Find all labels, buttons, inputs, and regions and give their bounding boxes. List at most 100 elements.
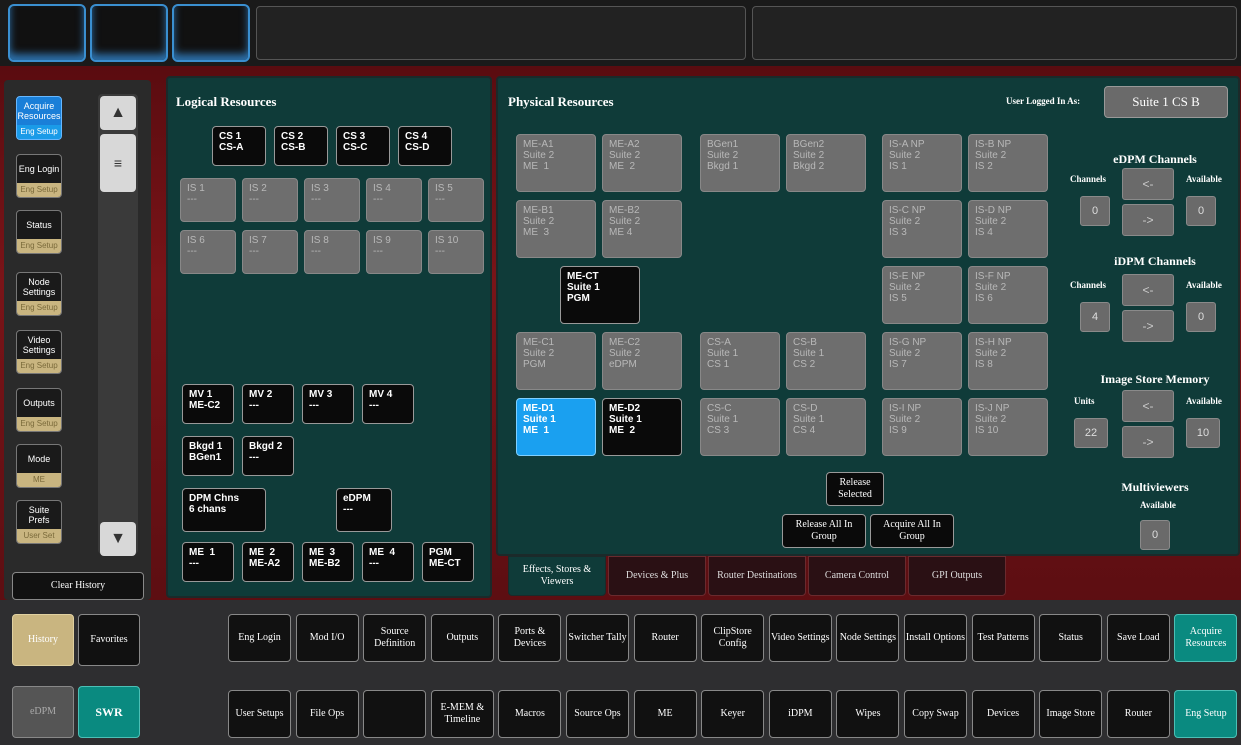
logical-mv-4[interactable]: MV 4 ---: [362, 384, 414, 424]
history-item-node-settings[interactable]: Node Settings Eng Setup: [16, 272, 62, 316]
physical-is-i-np[interactable]: IS-I NP Suite 2 IS 9: [882, 398, 962, 456]
menu-acquire-resources-button[interactable]: Acquire Resources: [1174, 614, 1238, 662]
logical-cs-1[interactable]: CS 1 CS-A: [212, 126, 266, 166]
logical-cs-4[interactable]: CS 4 CS-D: [398, 126, 452, 166]
physical-is-g-np[interactable]: IS-G NP Suite 2 IS 7: [882, 332, 962, 390]
menu-image-store-button[interactable]: Image Store: [1039, 690, 1103, 738]
logical-is-10[interactable]: IS 10 ---: [428, 230, 484, 274]
logical-mv-2[interactable]: MV 2 ---: [242, 384, 294, 424]
physical-me-ct[interactable]: ME-CT Suite 1 PGM: [560, 266, 640, 324]
physical-cs-d[interactable]: CS-D Suite 1 CS 4: [786, 398, 866, 456]
history-item-acquire-resources[interactable]: Acquire Resources Eng Setup: [16, 96, 62, 140]
favorites-button[interactable]: Favorites: [78, 614, 140, 666]
menu-mod-i-o-button[interactable]: Mod I/O: [295, 614, 359, 662]
menu-ports-devices-button[interactable]: Ports & Devices: [498, 614, 562, 662]
release-all-in-group-button[interactable]: Release All In Group: [782, 514, 866, 548]
menu-source-definition-button[interactable]: Source Definition: [363, 614, 427, 662]
history-item-status[interactable]: Status Eng Setup: [16, 210, 62, 254]
tab-camera-control[interactable]: Camera Control: [808, 556, 906, 596]
logical-cs-3[interactable]: CS 3 CS-C: [336, 126, 390, 166]
menu-devices-button[interactable]: Devices: [971, 690, 1035, 738]
swr-button[interactable]: SWR: [78, 686, 140, 738]
top-softkey-1[interactable]: [8, 4, 86, 62]
logical-me-me-4[interactable]: ME 4 ---: [362, 542, 414, 582]
history-item-video-settings[interactable]: Video Settings Eng Setup: [16, 330, 62, 374]
menu-router-button[interactable]: Router: [633, 614, 697, 662]
menu-idpm-button[interactable]: iDPM: [768, 690, 832, 738]
menu-node-settings-button[interactable]: Node Settings: [836, 614, 900, 662]
logical-is-7[interactable]: IS 7 ---: [242, 230, 298, 274]
idpm-right-arrow-button[interactable]: ->: [1122, 310, 1174, 342]
physical-is-a-np[interactable]: IS-A NP Suite 2 IS 1: [882, 134, 962, 192]
menu-file-ops-button[interactable]: File Ops: [295, 690, 359, 738]
history-item-eng-login[interactable]: Eng Login Eng Setup: [16, 154, 62, 198]
logical-is-3[interactable]: IS 3 ---: [304, 178, 360, 222]
menu-me-button[interactable]: ME: [633, 690, 697, 738]
logical-edpm[interactable]: eDPM ---: [336, 488, 392, 532]
menu-source-ops-button[interactable]: Source Ops: [566, 690, 629, 738]
menu-status-button[interactable]: Status: [1039, 614, 1103, 662]
logical-is-6[interactable]: IS 6 ---: [180, 230, 236, 274]
physical-me-b1[interactable]: ME-B1 Suite 2 ME 3: [516, 200, 596, 258]
logical-me-me-1[interactable]: ME 1 ---: [182, 542, 234, 582]
scroll-thumb[interactable]: ≡: [100, 134, 136, 192]
acquire-all-in-group-button[interactable]: Acquire All In Group: [870, 514, 954, 548]
edpm-right-arrow-button[interactable]: ->: [1122, 204, 1174, 236]
physical-is-c-np[interactable]: IS-C NP Suite 2 IS 3: [882, 200, 962, 258]
logical-bkgd-1[interactable]: Bkgd 1 BGen1: [182, 436, 234, 476]
release-selected-button[interactable]: Release Selected: [826, 472, 884, 506]
clear-history-button[interactable]: Clear History: [12, 572, 144, 600]
menu-router-button[interactable]: Router: [1106, 690, 1170, 738]
tab-effects-stores-viewers[interactable]: Effects, Stores & Viewers: [508, 556, 606, 596]
physical-is-h-np[interactable]: IS-H NP Suite 2 IS 8: [968, 332, 1048, 390]
menu-e-mem-timeline-button[interactable]: E-MEM & Timeline: [430, 690, 494, 738]
physical-me-a2[interactable]: ME-A2 Suite 2 ME 2: [602, 134, 682, 192]
physical-cs-b[interactable]: CS-B Suite 1 CS 2: [786, 332, 866, 390]
logical-is-8[interactable]: IS 8 ---: [304, 230, 360, 274]
ism-right-arrow-button[interactable]: ->: [1122, 426, 1174, 458]
physical-me-d2[interactable]: ME-D2 Suite 1 ME 2: [602, 398, 682, 456]
physical-is-e-np[interactable]: IS-E NP Suite 2 IS 5: [882, 266, 962, 324]
menu-wipes-button[interactable]: Wipes: [836, 690, 900, 738]
logical-is-2[interactable]: IS 2 ---: [242, 178, 298, 222]
menu-switcher-tally-button[interactable]: Switcher Tally: [566, 614, 629, 662]
scroll-up-button[interactable]: ▲: [100, 96, 136, 130]
physical-cs-c[interactable]: CS-C Suite 1 CS 3: [700, 398, 780, 456]
history-item-suite-prefs[interactable]: Suite Prefs User Set: [16, 500, 62, 544]
physical-is-j-np[interactable]: IS-J NP Suite 2 IS 10: [968, 398, 1048, 456]
history-button[interactable]: History: [12, 614, 74, 666]
menu-video-settings-button[interactable]: Video Settings: [768, 614, 832, 662]
logical-is-5[interactable]: IS 5 ---: [428, 178, 484, 222]
menu-save-load-button[interactable]: Save Load: [1106, 614, 1170, 662]
history-item-mode[interactable]: Mode ME: [16, 444, 62, 488]
menu-user-setups-button[interactable]: User Setups: [228, 690, 291, 738]
logical-cs-2[interactable]: CS 2 CS-B: [274, 126, 328, 166]
physical-cs-a[interactable]: CS-A Suite 1 CS 1: [700, 332, 780, 390]
menu-install-options-button[interactable]: Install Options: [904, 614, 967, 662]
logical-me-me-2[interactable]: ME 2 ME-A2: [242, 542, 294, 582]
edpm-button[interactable]: eDPM: [12, 686, 74, 738]
menu-eng-setup-button[interactable]: Eng Setup: [1174, 690, 1238, 738]
logical-dpm-chns[interactable]: DPM Chns 6 chans: [182, 488, 266, 532]
tab-gpi-outputs[interactable]: GPI Outputs: [908, 556, 1006, 596]
logical-bkgd-2[interactable]: Bkgd 2 ---: [242, 436, 294, 476]
physical-me-b2[interactable]: ME-B2 Suite 2 ME 4: [602, 200, 682, 258]
history-item-outputs[interactable]: Outputs Eng Setup: [16, 388, 62, 432]
menu-blank-2-button[interactable]: [363, 690, 427, 738]
logical-is-9[interactable]: IS 9 ---: [366, 230, 422, 274]
menu-keyer-button[interactable]: Keyer: [701, 690, 765, 738]
menu-outputs-button[interactable]: Outputs: [430, 614, 494, 662]
tab-router-destinations[interactable]: Router Destinations: [708, 556, 806, 596]
scroll-down-button[interactable]: ▼: [100, 522, 136, 556]
menu-eng-login-button[interactable]: Eng Login: [228, 614, 291, 662]
physical-bgen1[interactable]: BGen1 Suite 2 Bkgd 1: [700, 134, 780, 192]
idpm-left-arrow-button[interactable]: <-: [1122, 274, 1174, 306]
menu-test-patterns-button[interactable]: Test Patterns: [971, 614, 1035, 662]
top-softkey-3[interactable]: [172, 4, 250, 62]
physical-is-f-np[interactable]: IS-F NP Suite 2 IS 6: [968, 266, 1048, 324]
logical-me-pgm[interactable]: PGM ME-CT: [422, 542, 474, 582]
tab-devices-plus[interactable]: Devices & Plus: [608, 556, 706, 596]
menu-clipstore-config-button[interactable]: ClipStore Config: [701, 614, 765, 662]
ism-left-arrow-button[interactable]: <-: [1122, 390, 1174, 422]
physical-me-c2[interactable]: ME-C2 Suite 2 eDPM: [602, 332, 682, 390]
